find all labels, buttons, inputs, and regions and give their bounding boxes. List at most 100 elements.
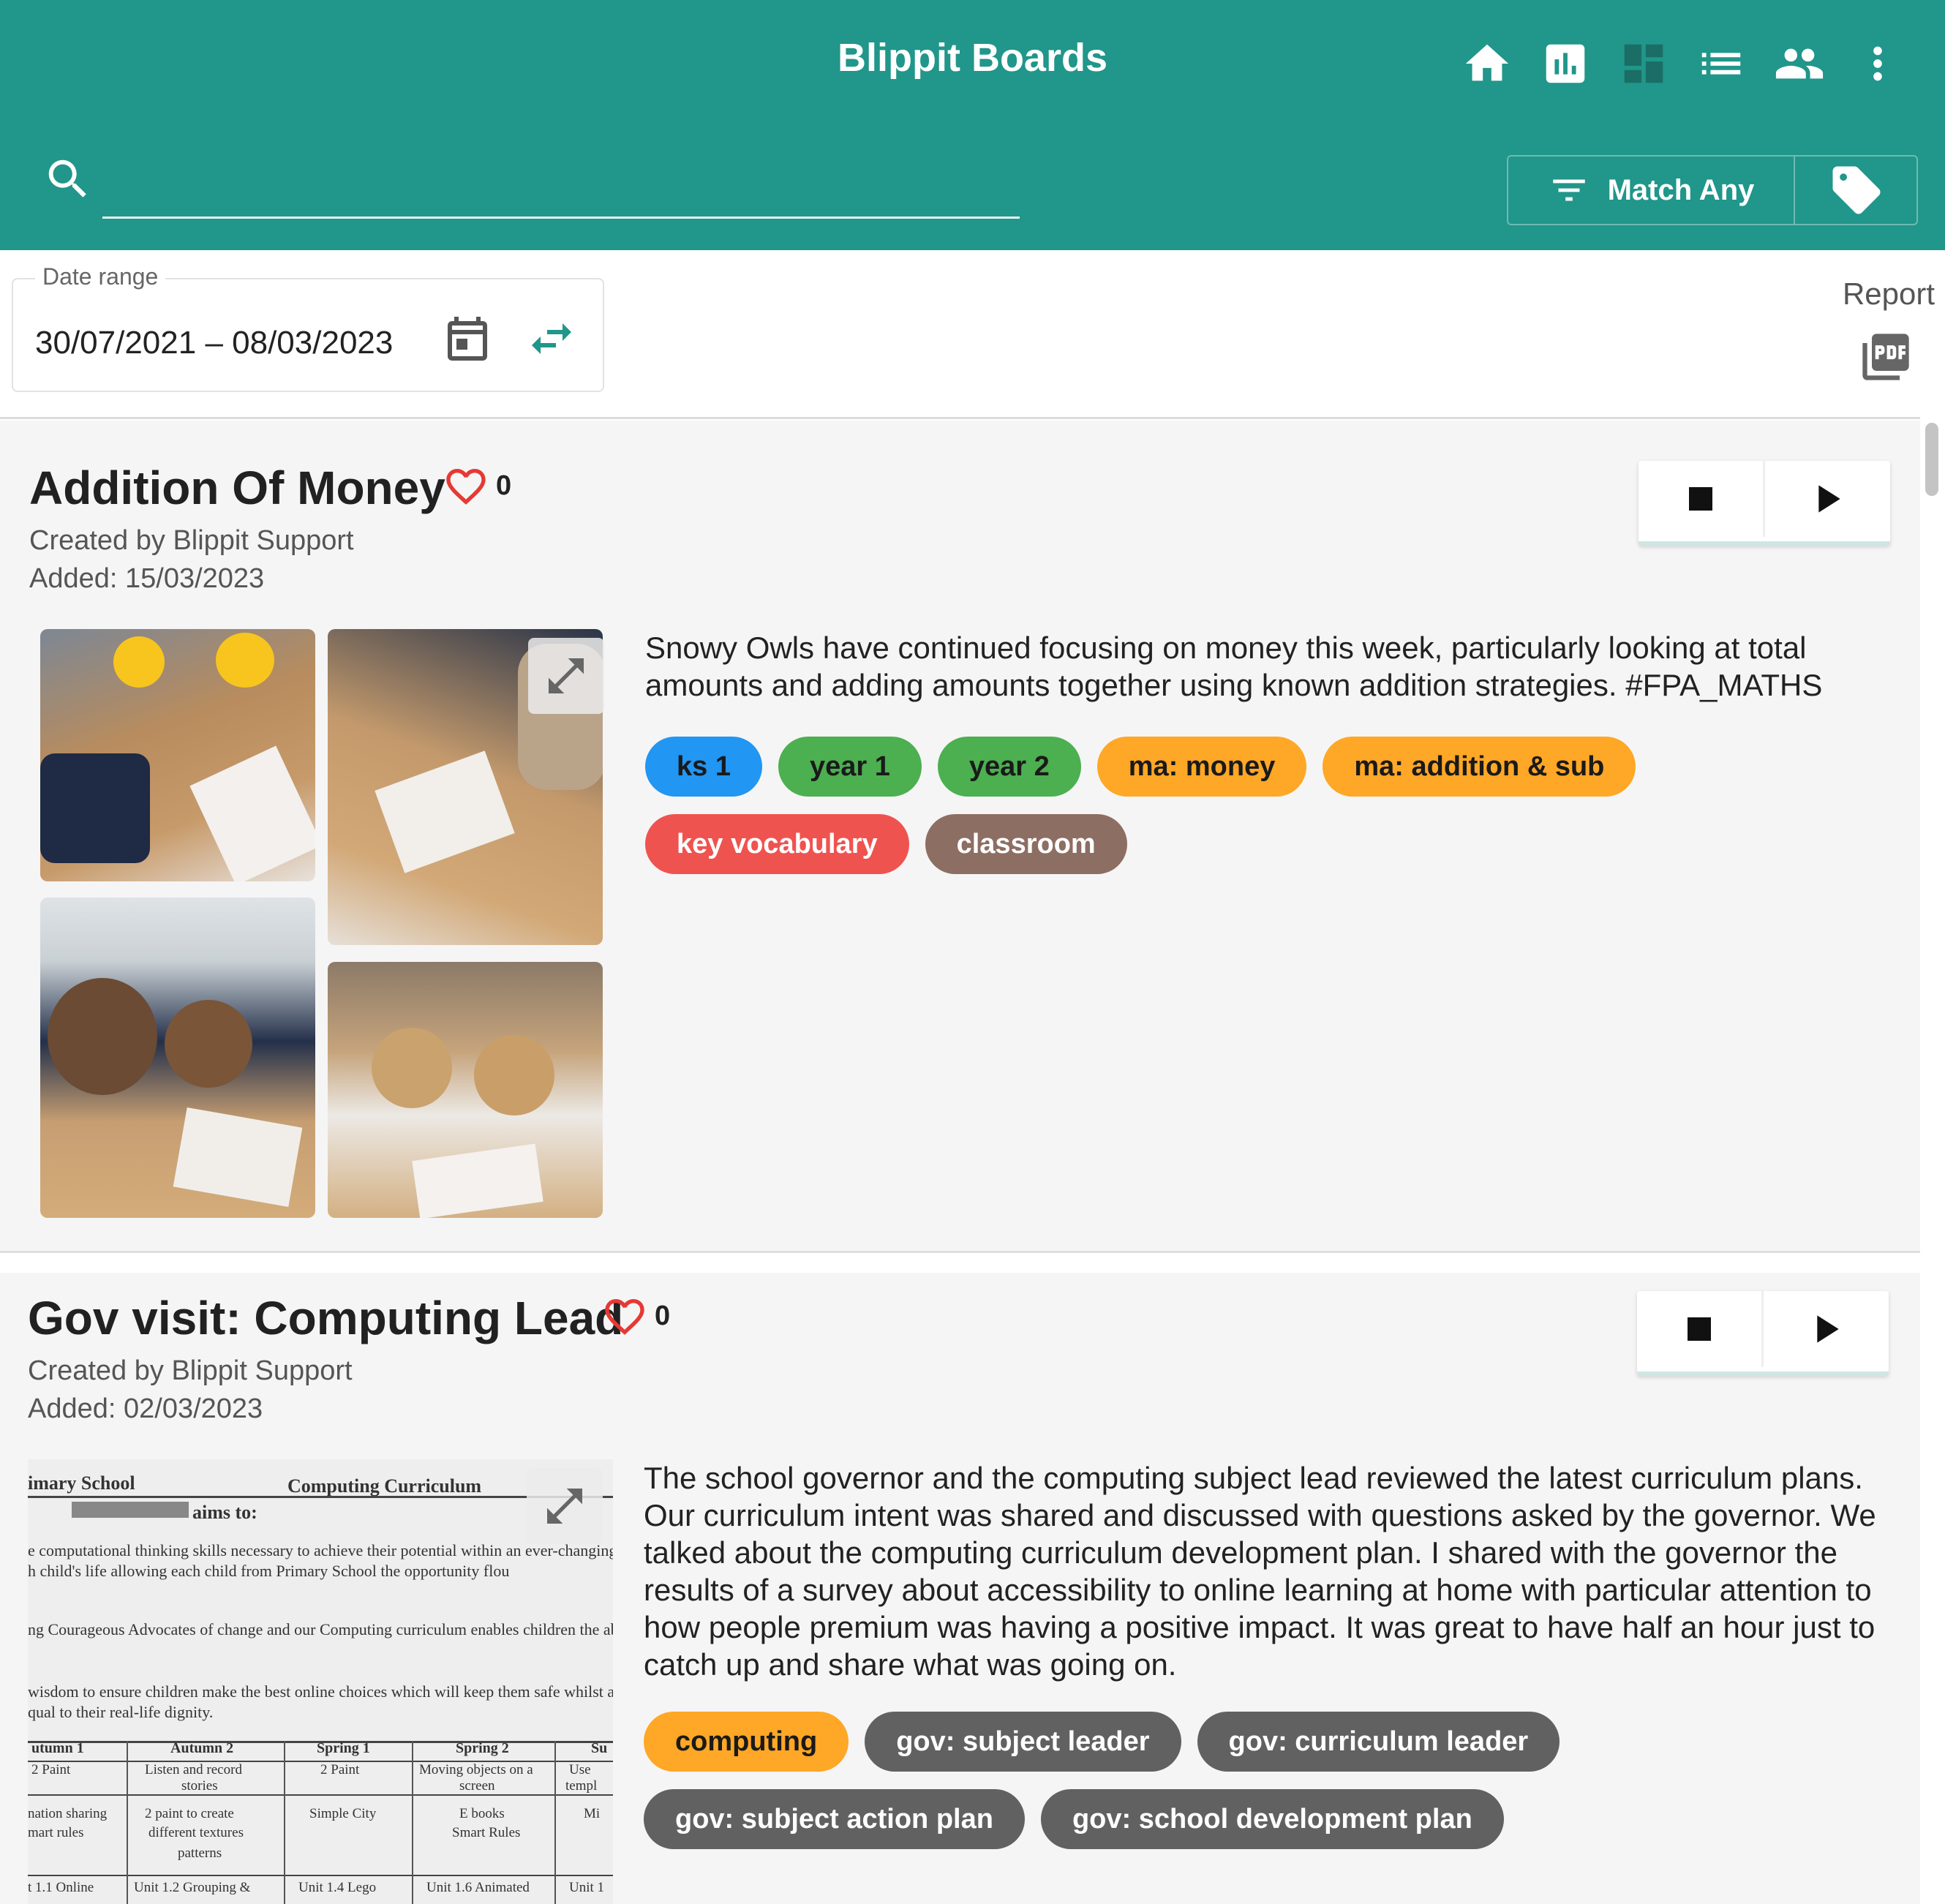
doc-text: Smart Rules [452,1825,521,1840]
list-icon[interactable] [1696,38,1747,89]
classroom-photo[interactable] [40,629,315,881]
calendar-icon[interactable] [441,312,494,365]
doc-rule [127,1741,128,1904]
tag-chip[interactable]: computing [644,1712,849,1772]
tag-chip[interactable]: ma: money [1096,737,1307,797]
doc-text: t 1.1 Online [28,1880,94,1895]
media-controls [1639,461,1890,546]
doc-text: Spring 2 [456,1740,509,1756]
media-controls [1637,1291,1889,1376]
stop-button[interactable] [1639,461,1765,537]
heart-icon[interactable] [443,463,489,510]
document-photo[interactable]: imary School Computing Curriculum aims t… [28,1459,613,1904]
photo-detail [474,1035,554,1115]
dashboard-icon[interactable] [1618,38,1669,89]
play-icon [1817,1315,1839,1343]
post-description: The school governor and the computing su… [644,1461,1876,1682]
tag-list: ks 1 year 1 year 2 ma: money ma: addition & … [645,737,1881,874]
doc-text: Unit 1.6 Animated [426,1880,530,1895]
doc-text: mart rules [28,1825,84,1840]
doc-rule [284,1741,285,1904]
tag-list: computing gov: subject leader gov: curricu… [644,1712,1884,1849]
app-header: Blippit Boards Match Any [0,0,1945,250]
doc-text: h child's life allowing each child from … [28,1562,510,1580]
tags-button[interactable] [1795,157,1918,224]
date-range-label: Date range [35,263,166,290]
doc-rule [554,1741,556,1904]
tag-chip[interactable]: gov: subject leader [865,1712,1181,1772]
doc-text: Su [591,1740,608,1756]
tag-chip[interactable]: ks 1 [645,737,762,797]
post-date: Added: 15/03/2023 [29,563,265,594]
doc-text: ng Courageous Advocates of change and ou… [28,1620,613,1638]
post-card: Gov visit: Computing Lead 0 Created by B… [0,1273,1920,1904]
more-vert-icon[interactable] [1852,38,1903,89]
expand-icon [547,1489,582,1524]
doc-redaction [72,1502,189,1518]
doc-text: nation sharing [28,1806,108,1821]
doc-text: Simple City [309,1806,377,1821]
doc-text: Moving objects on a [419,1762,533,1777]
doc-text: Unit 1.4 Lego [298,1880,377,1895]
tag-chip[interactable]: gov: school development plan [1040,1789,1504,1849]
tag-chip[interactable]: key vocabulary [645,814,909,874]
doc-text: Autumn 2 [170,1740,234,1756]
post-title: Addition Of Money [29,462,445,514]
expand-gallery-button[interactable] [528,638,604,714]
expand-image-button[interactable] [527,1468,603,1544]
photo-detail [40,753,150,863]
classroom-photo[interactable] [328,962,603,1218]
tag-chip[interactable]: classroom [925,814,1127,874]
emoji-face-icon [113,636,165,688]
doc-text: aims to: [192,1502,257,1523]
doc-rule [28,1496,613,1498]
match-any-label: Match Any [1607,173,1755,206]
doc-rule [28,1794,613,1796]
swap-dates-icon[interactable] [525,312,578,365]
post-description: Snowy Owls have continued focusing on mo… [645,631,1823,702]
tag-chip[interactable]: gov: subject action plan [644,1789,1025,1849]
doc-text: qual to their real-life dignity. [28,1703,214,1721]
match-any-button[interactable]: Match Any [1508,157,1794,224]
doc-text: Use [569,1762,591,1777]
people-icon[interactable] [1774,38,1825,89]
date-range-field[interactable]: Date range 30/07/2021 – 08/03/2023 [12,263,604,392]
filters-divider [0,417,1920,419]
doc-text: imary School [28,1472,135,1494]
stop-button[interactable] [1637,1291,1764,1367]
doc-text: e computational thinking skills necessar… [28,1541,613,1559]
doc-text: utumn 1 [31,1740,84,1756]
search-input[interactable] [102,167,1020,219]
doc-text: Computing Curriculum [287,1475,482,1497]
tag-chip[interactable]: ma: addition & sub [1323,737,1636,797]
home-icon[interactable] [1461,38,1513,89]
classroom-photo[interactable] [40,898,315,1218]
emoji-face-icon [216,633,274,688]
doc-text: patterns [178,1845,222,1861]
photo-detail [165,1000,252,1088]
doc-text: wisdom to ensure children make the best … [28,1682,613,1701]
post-card: Addition Of Money 0 Created by Blippit S… [0,421,1920,1251]
doc-text: stories [181,1778,218,1794]
tag-chip[interactable]: year 2 [937,737,1081,797]
pdf-report-icon[interactable] [1858,329,1914,385]
feed-scrollbar[interactable] [1925,423,1938,496]
photo-detail [173,1107,303,1208]
post-author: Created by Blippit Support [29,525,354,556]
doc-text: Listen and record [145,1762,242,1777]
play-button[interactable] [1763,1291,1887,1367]
tag-chip[interactable]: gov: curriculum leader [1197,1712,1560,1772]
photo-detail [412,1143,543,1218]
photo-detail [189,745,315,881]
chart-icon[interactable] [1540,38,1591,89]
post-date: Added: 02/03/2023 [28,1393,263,1424]
doc-text: templ [565,1778,598,1794]
tag-chip[interactable]: year 1 [778,737,922,797]
search-icon [48,159,86,197]
heart-icon[interactable] [601,1293,648,1340]
play-button[interactable] [1764,461,1889,537]
stop-icon [1689,487,1712,511]
doc-text: Unit 1.2 Grouping & [134,1880,251,1895]
like-count: 0 [655,1301,671,1331]
post-divider [0,1251,1920,1253]
